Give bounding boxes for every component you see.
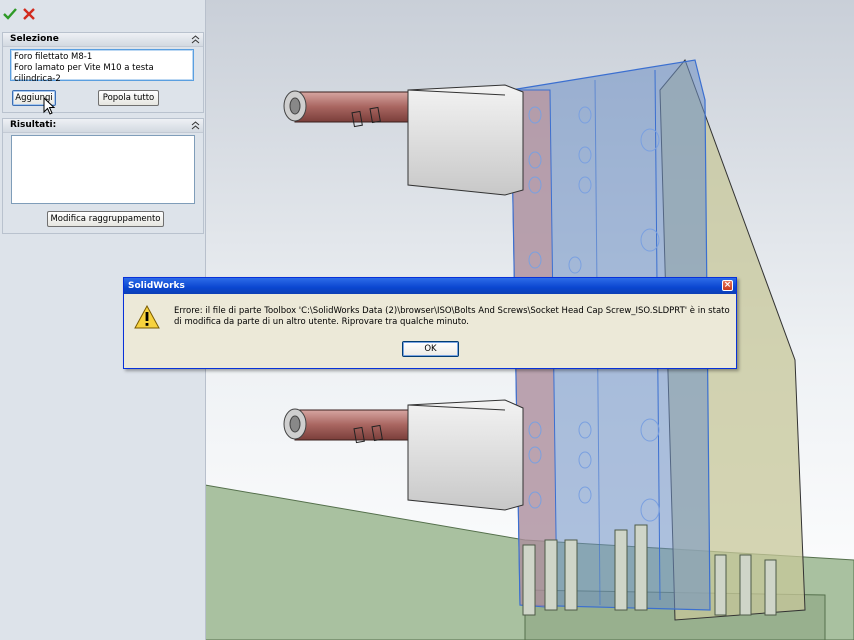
dialog-title: SolidWorks [128, 281, 185, 291]
warning-icon [134, 305, 160, 329]
results-list[interactable] [11, 135, 195, 204]
close-icon[interactable]: × [722, 280, 733, 291]
collapse-chevron-icon[interactable] [191, 121, 200, 130]
selection-group-header[interactable]: Selezione [3, 33, 203, 47]
error-dialog: SolidWorks × Errore: il file di parte To… [123, 277, 737, 369]
results-group: Risultati: Modifica raggruppamento [2, 118, 204, 234]
list-item[interactable]: Foro lamato per Vite M10 a testa cilindr… [14, 63, 190, 85]
results-group-header[interactable]: Risultati: [3, 119, 203, 133]
mouse-pointer-icon [43, 97, 56, 115]
results-title: Risultati: [10, 120, 57, 130]
dialog-title-bar[interactable]: SolidWorks × [124, 278, 736, 294]
x-icon[interactable] [22, 7, 36, 21]
ok-button[interactable]: OK [402, 341, 459, 357]
list-item[interactable]: Foro filettato M8-1 [14, 52, 190, 63]
populate-all-button[interactable]: Popola tutto [98, 90, 159, 106]
collapse-chevron-icon[interactable] [191, 35, 200, 44]
panel-toolbar [0, 0, 205, 28]
check-icon[interactable] [3, 7, 17, 21]
dialog-message: Errore: il file di parte Toolbox 'C:\Sol… [174, 306, 730, 327]
modify-grouping-button[interactable]: Modifica raggruppamento [47, 211, 164, 227]
selection-title: Selezione [10, 34, 59, 44]
selection-list[interactable]: Foro filettato M8-1 Foro lamato per Vite… [10, 49, 194, 84]
selection-group: Selezione Foro filettato M8-1 Foro lamat… [2, 32, 204, 113]
